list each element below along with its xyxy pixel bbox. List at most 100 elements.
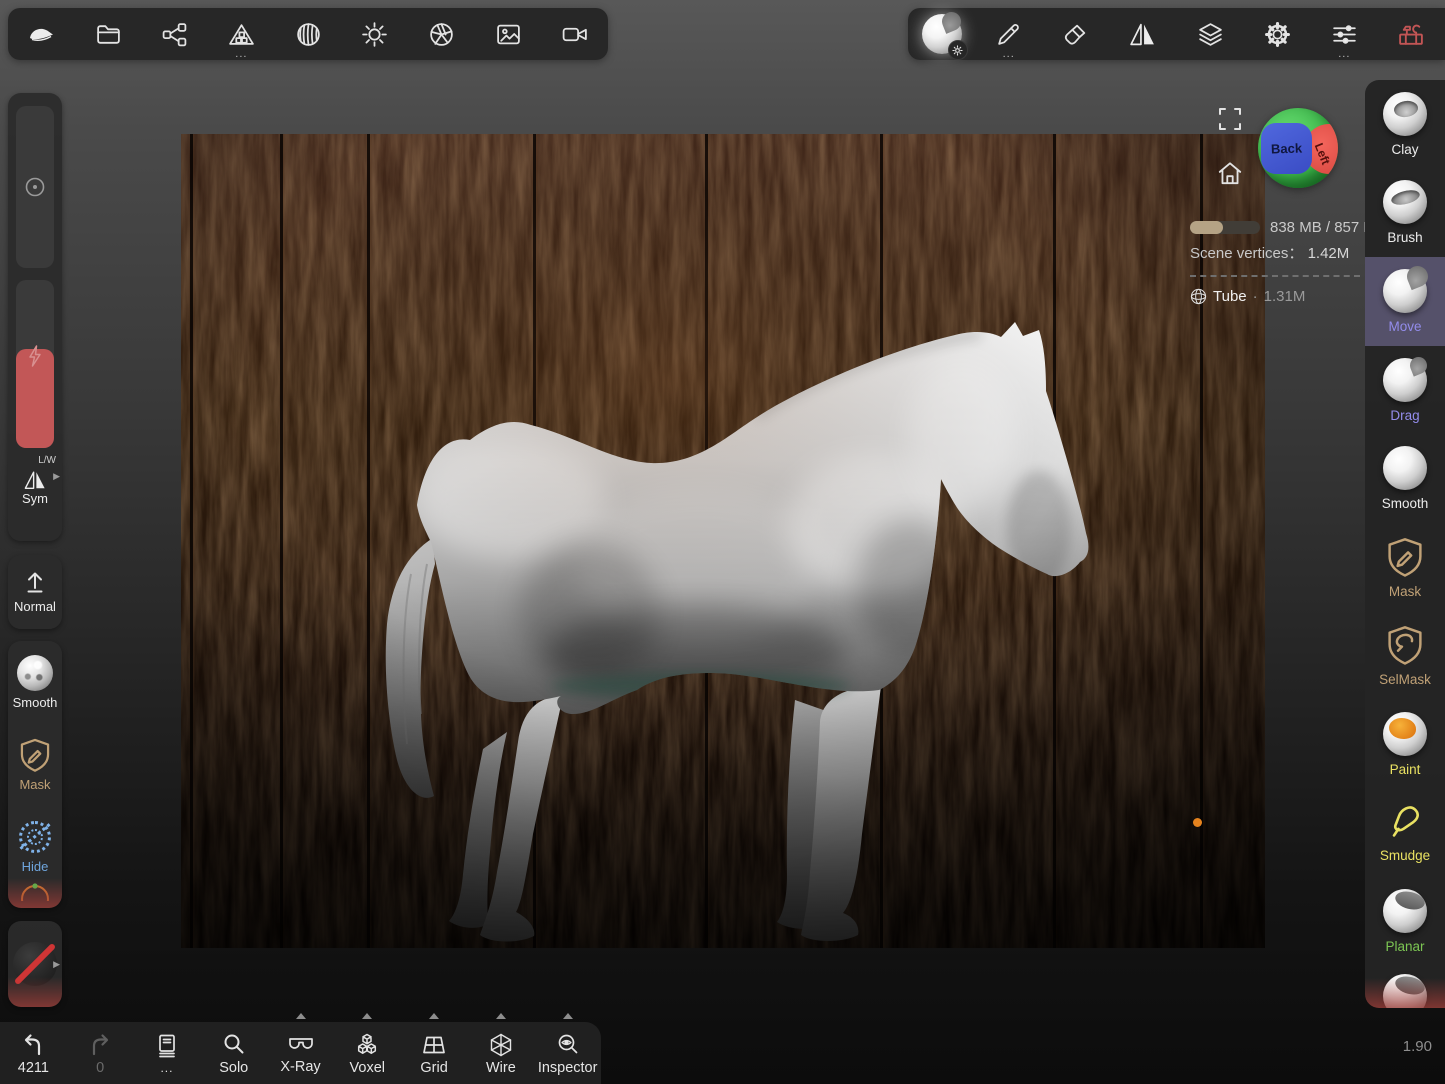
material-paintbrush-icon bbox=[1062, 21, 1089, 48]
quick-tool-mask[interactable]: Mask bbox=[8, 723, 62, 805]
tool-selmask[interactable]: SelMask bbox=[1365, 612, 1445, 701]
settings-gear-icon bbox=[1264, 21, 1291, 48]
redo-icon bbox=[87, 1032, 113, 1058]
files-button[interactable] bbox=[75, 8, 142, 60]
quick-tools-panel: Smooth Mask Hide bbox=[8, 641, 62, 908]
notes-book-icon bbox=[155, 1033, 179, 1059]
app-logo-button[interactable] bbox=[8, 8, 75, 60]
bottom-toolbar: 4211 0 ... Solo X-Ray Voxel bbox=[0, 1022, 601, 1084]
tool-move-label: Move bbox=[1388, 319, 1421, 334]
scene-graph-button[interactable] bbox=[141, 8, 208, 60]
material-paint-button[interactable] bbox=[1042, 8, 1109, 60]
brush-settings-gear-icon[interactable] bbox=[948, 40, 968, 60]
toolbox-button[interactable] bbox=[1378, 8, 1445, 60]
alpha-expand-arrow[interactable]: ▶ bbox=[53, 959, 60, 970]
camera-button[interactable] bbox=[541, 8, 608, 60]
alpha-selector[interactable]: ▶ bbox=[8, 921, 62, 1007]
xray-label: X-Ray bbox=[280, 1059, 320, 1075]
fullscreen-button[interactable] bbox=[1217, 106, 1243, 132]
gizmo-face-back[interactable]: Back bbox=[1261, 123, 1312, 174]
tool-smooth-label: Smooth bbox=[1382, 496, 1429, 511]
tool-flatten-partial[interactable] bbox=[1365, 966, 1445, 1008]
brush-preview-button[interactable] bbox=[908, 8, 975, 60]
symmetry-toggle[interactable]: L/W ▶ Sym bbox=[8, 457, 62, 533]
viewport-render bbox=[181, 134, 1265, 948]
topology-more-dots: ... bbox=[235, 49, 247, 59]
symmetry-button[interactable] bbox=[1109, 8, 1176, 60]
home-view-button[interactable] bbox=[1216, 160, 1244, 187]
voxel-label: Voxel bbox=[350, 1060, 385, 1076]
material-button[interactable] bbox=[275, 8, 342, 60]
tool-smooth[interactable]: Smooth bbox=[1365, 434, 1445, 523]
hide-label: Hide bbox=[22, 859, 49, 874]
sym-expand-arrow[interactable]: ▶ bbox=[53, 471, 60, 482]
undo-icon bbox=[20, 1032, 46, 1058]
postprocess-button[interactable] bbox=[408, 8, 475, 60]
notes-button[interactable]: ... bbox=[134, 1022, 201, 1084]
scene-vertices-label: Scene vertices： bbox=[1190, 245, 1303, 262]
quick-tool-hide[interactable]: Hide bbox=[8, 805, 62, 887]
intensity-slider[interactable] bbox=[16, 280, 54, 448]
memory-bar-fill bbox=[1190, 221, 1223, 234]
tool-smudge[interactable]: Smudge bbox=[1365, 789, 1445, 878]
mask-label: Mask bbox=[19, 777, 50, 792]
selmask-shield-icon bbox=[1385, 624, 1425, 666]
redo-button[interactable]: 0 bbox=[67, 1022, 134, 1084]
object-count: 1.31M bbox=[1264, 288, 1306, 305]
normal-mode-button[interactable]: Normal bbox=[8, 555, 62, 629]
grid-label: Grid bbox=[420, 1060, 447, 1076]
topology-button[interactable]: ... bbox=[208, 8, 275, 60]
tool-smudge-label: Smudge bbox=[1380, 848, 1430, 863]
arrow-up-icon bbox=[22, 570, 48, 594]
tool-drag[interactable]: Drag bbox=[1365, 346, 1445, 435]
sculpt-viewport[interactable] bbox=[181, 134, 1265, 948]
gizmo-partial-icon bbox=[17, 881, 53, 901]
solo-button[interactable]: Solo bbox=[200, 1022, 267, 1084]
sym-mirror-icon bbox=[23, 469, 47, 491]
nomad-sculpt-app: { "top_left_toolbar": { "items": [ {"ico… bbox=[0, 0, 1445, 1084]
parameters-button[interactable]: ... bbox=[1311, 8, 1378, 60]
undo-count: 4211 bbox=[18, 1060, 49, 1076]
brush-preview-sphere-icon bbox=[922, 14, 962, 54]
tool-paint[interactable]: Paint bbox=[1365, 700, 1445, 789]
radius-slider[interactable] bbox=[16, 106, 54, 268]
background-image-button[interactable] bbox=[475, 8, 542, 60]
scene-vertices: Scene vertices： 1.42M bbox=[1190, 242, 1349, 263]
stroke-pencil-icon bbox=[995, 21, 1022, 48]
settings-button[interactable] bbox=[1244, 8, 1311, 60]
inspector-expand-tick bbox=[563, 1013, 573, 1019]
inspector-eye-magnifier-icon bbox=[555, 1032, 581, 1058]
layers-button[interactable] bbox=[1177, 8, 1244, 60]
stroke-button[interactable]: ... bbox=[975, 8, 1042, 60]
grid-expand-tick bbox=[429, 1013, 439, 1019]
wire-button[interactable]: Wire bbox=[467, 1022, 534, 1084]
orientation-gizmo[interactable]: Left Back bbox=[1258, 108, 1338, 188]
tool-planar[interactable]: Planar bbox=[1365, 877, 1445, 966]
smooth-sphere-icon bbox=[1383, 446, 1427, 490]
radius-circle-dot-icon bbox=[24, 176, 46, 198]
tool-mask[interactable]: Mask bbox=[1365, 523, 1445, 612]
mesh-sphere-icon bbox=[1190, 288, 1207, 305]
quick-tool-smooth[interactable]: Smooth bbox=[8, 641, 62, 723]
grid-button[interactable]: Grid bbox=[401, 1022, 468, 1084]
voxel-button[interactable]: Voxel bbox=[334, 1022, 401, 1084]
camera-video-icon bbox=[561, 21, 589, 48]
layers-stack-icon bbox=[1197, 21, 1224, 48]
move-sphere-icon bbox=[1383, 269, 1427, 313]
tool-clay-label: Clay bbox=[1391, 142, 1418, 157]
tool-paint-label: Paint bbox=[1390, 762, 1421, 777]
stroke-more-dots: ... bbox=[1003, 49, 1015, 59]
lighting-button[interactable] bbox=[341, 8, 408, 60]
tool-move[interactable]: Move bbox=[1365, 257, 1445, 346]
postprocess-aperture-icon bbox=[428, 21, 455, 48]
tool-brush[interactable]: Brush bbox=[1365, 169, 1445, 258]
sym-mode-label: L/W bbox=[38, 455, 56, 466]
object-row[interactable]: Tube · 1.31M bbox=[1190, 288, 1305, 305]
tool-mask-label: Mask bbox=[1389, 584, 1421, 599]
undo-button[interactable]: 4211 bbox=[0, 1022, 67, 1084]
tool-brush-label: Brush bbox=[1387, 230, 1422, 245]
wire-expand-tick bbox=[496, 1013, 506, 1019]
xray-button[interactable]: X-Ray bbox=[267, 1022, 334, 1084]
tool-clay[interactable]: Clay bbox=[1365, 80, 1445, 169]
inspector-button[interactable]: Inspector bbox=[534, 1022, 601, 1084]
